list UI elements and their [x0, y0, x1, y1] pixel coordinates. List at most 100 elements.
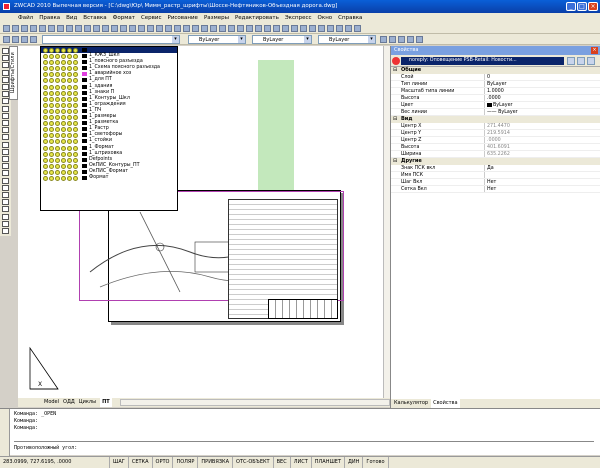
view-tool-icon[interactable]: [380, 36, 387, 43]
toolbar-icon[interactable]: [345, 25, 352, 32]
draw-tool-icon[interactable]: [2, 156, 9, 162]
toolbar-icon[interactable]: [12, 25, 19, 32]
property-row[interactable]: Центр Y 219.5914: [391, 130, 600, 137]
close-icon[interactable]: ×: [591, 47, 598, 54]
layer-name[interactable]: 1_поясного разъезда: [89, 59, 143, 64]
draw-tool-icon[interactable]: [2, 76, 9, 83]
property-row[interactable]: Высота 401.6091: [391, 144, 600, 151]
side-panel-tab[interactable]: Шрифты/Стили: [9, 46, 18, 100]
property-value[interactable]: Да: [485, 165, 494, 171]
property-row[interactable]: Имя ПСК: [391, 172, 600, 179]
draw-tool-icon[interactable]: [2, 170, 9, 177]
layer-name[interactable]: 1_аварийное хоз: [89, 71, 131, 76]
command-window-grip[interactable]: [0, 409, 10, 456]
status-toggle-2[interactable]: ОРТО: [153, 457, 174, 468]
property-value[interactable]: ByLayer: [485, 81, 507, 87]
property-row[interactable]: Вес линии —— ByLayer: [391, 109, 600, 116]
property-row[interactable]: Слой 0: [391, 74, 600, 81]
toolbar-icon[interactable]: [66, 25, 73, 32]
draw-tool-icon[interactable]: [2, 184, 9, 191]
toolbar-icon[interactable]: [273, 25, 280, 32]
menu-item-7[interactable]: Размеры: [204, 13, 229, 23]
menu-item-3[interactable]: Вставка: [83, 13, 106, 23]
tab-2[interactable]: Циклы: [79, 398, 96, 407]
tab-3[interactable]: ПТ: [100, 398, 112, 407]
menu-item-10[interactable]: Окно: [318, 13, 333, 23]
status-toggle-4[interactable]: ПРИВЯЗКА: [198, 457, 234, 468]
status-toggle-1[interactable]: СЕТКА: [129, 457, 153, 468]
toggle-pickadd-button[interactable]: [587, 57, 595, 65]
toolbar-icon[interactable]: [318, 25, 325, 32]
status-toggle-9[interactable]: ДИН: [345, 457, 364, 468]
menu-item-2[interactable]: Вид: [66, 13, 77, 23]
draw-tool-icon[interactable]: [2, 55, 9, 62]
draw-tool-icon[interactable]: [2, 62, 9, 69]
selection-combo[interactable]: noreply: Оповещение PSB-Retail: Новости.…: [401, 57, 564, 65]
toolbar-icon[interactable]: [291, 25, 298, 32]
property-row[interactable]: Высота .0000: [391, 95, 600, 102]
toolbar-icon[interactable]: [165, 25, 172, 32]
toolbar-icon[interactable]: [129, 25, 136, 32]
draw-tool-icon[interactable]: [2, 228, 9, 234]
layer-name[interactable]: 1_стойки: [89, 138, 112, 143]
layer-name[interactable]: ОкПИС_Контуры_ПТ: [89, 163, 140, 168]
vertical-scrollbar[interactable]: [383, 46, 390, 398]
toolbar-icon[interactable]: [246, 25, 253, 32]
properties-tab-1[interactable]: Свойства: [431, 399, 460, 408]
draw-tool-icon[interactable]: [2, 177, 9, 184]
menu-item-1[interactable]: Правка: [39, 13, 60, 23]
toolbar-icon[interactable]: [300, 25, 307, 32]
toolbar-icon[interactable]: [210, 25, 217, 32]
toolbar-icon[interactable]: [75, 25, 82, 32]
menu-item-5[interactable]: Сервис: [141, 13, 162, 23]
layer-dropdown-list[interactable]: 1_КЖЗ_Шкл 1_поясного разъезда 1_Схема пояс…: [40, 46, 178, 211]
toolbar-icon[interactable]: [111, 25, 118, 32]
layer-name[interactable]: 1_Формат: [89, 145, 114, 150]
property-value[interactable]: .0000: [485, 137, 501, 143]
minimize-button[interactable]: _: [566, 2, 576, 11]
quick-select-button[interactable]: [577, 57, 585, 65]
layer-tool-icon[interactable]: [21, 36, 28, 43]
tab-0[interactable]: Model: [44, 398, 59, 407]
layer-name[interactable]: 1_ограждения: [89, 102, 126, 107]
menu-item-11[interactable]: Справка: [338, 13, 362, 23]
chevron-down-icon[interactable]: ▾: [172, 36, 179, 43]
status-toggle-7[interactable]: ЛИСТ: [291, 457, 312, 468]
color-combo[interactable]: ByLayer ▾: [188, 35, 246, 44]
draw-tool-icon[interactable]: [2, 84, 9, 90]
maximize-button[interactable]: □: [577, 2, 587, 11]
property-value[interactable]: ByLayer: [485, 102, 513, 108]
property-section-2[interactable]: Другие: [391, 158, 600, 165]
property-row[interactable]: Цвет ByLayer: [391, 102, 600, 109]
draw-tool-icon[interactable]: [2, 134, 9, 141]
property-row[interactable]: Ширина 635.2262: [391, 151, 600, 158]
status-toggle-0[interactable]: ШАГ: [110, 457, 129, 468]
command-prompt[interactable]: Противоположный угол:: [14, 445, 77, 451]
draw-tool-icon[interactable]: [2, 69, 9, 76]
layer-row[interactable]: Формат: [41, 175, 177, 181]
toolbar-icon[interactable]: [282, 25, 289, 32]
menu-item-4[interactable]: Формат: [113, 13, 135, 23]
property-value[interactable]: 0: [485, 74, 490, 80]
layer-name[interactable]: 1_Схема поясного разъезда: [89, 65, 160, 70]
toolbar-icon[interactable]: [30, 25, 37, 32]
layer-name[interactable]: 1_КЖЗ_Шкл: [89, 53, 120, 58]
property-value[interactable]: —— ByLayer: [485, 109, 518, 115]
properties-tab-0[interactable]: Калькулятор: [394, 399, 428, 408]
draw-tool-icon[interactable]: [2, 213, 9, 220]
draw-tool-icon[interactable]: [2, 112, 9, 119]
toolbar-icon[interactable]: [156, 25, 163, 32]
layer-name[interactable]: 1_светофоры: [89, 132, 122, 137]
horizontal-scrollbar[interactable]: [120, 399, 390, 406]
status-toggle-5[interactable]: ОТС-ОБЪЕКТ: [233, 457, 274, 468]
toolbar-icon[interactable]: [3, 25, 10, 32]
status-toggle-3[interactable]: ПОЛЯР: [173, 457, 199, 468]
property-row[interactable]: Масштаб типа линии 1.0000: [391, 88, 600, 95]
draw-tool-icon[interactable]: [2, 141, 9, 148]
draw-tool-icon[interactable]: [2, 148, 9, 155]
menu-item-0[interactable]: Файл: [18, 13, 33, 23]
property-value[interactable]: 219.5914: [485, 130, 510, 136]
toolbar-icon[interactable]: [138, 25, 145, 32]
toolbar-icon[interactable]: [147, 25, 154, 32]
property-section-0[interactable]: Общие: [391, 67, 600, 74]
